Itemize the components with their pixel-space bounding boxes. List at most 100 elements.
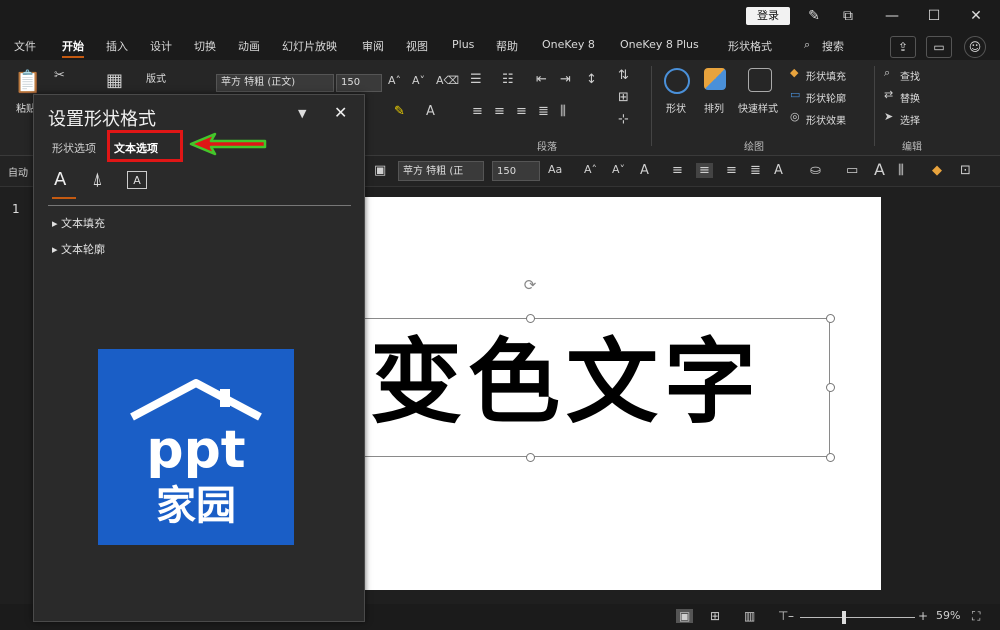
tab-transitions[interactable]: 切换 <box>194 38 216 54</box>
slide-sorter-icon[interactable]: ⊞ <box>710 609 720 623</box>
comment-button[interactable]: ▭ <box>926 36 952 58</box>
text-direction-icon[interactable]: ⇅ <box>618 68 629 83</box>
highlight-icon[interactable]: ✎ <box>394 104 405 119</box>
columns-icon[interactable]: ⫼ <box>898 163 904 178</box>
arrange-icon[interactable] <box>704 68 726 90</box>
shape-outline-label[interactable]: 形状轮廓 <box>806 90 846 105</box>
resize-handle[interactable] <box>526 453 535 462</box>
pen-icon[interactable]: ✎ <box>804 6 824 26</box>
tab-shape-format[interactable]: 形状格式 <box>728 38 772 54</box>
replace-icon[interactable]: ⇄ <box>884 88 893 101</box>
smartart-icon[interactable]: ⊹ <box>618 112 629 127</box>
shape-fill-icon[interactable]: ◆ <box>790 66 798 79</box>
share-icon[interactable]: ⧉ <box>838 6 858 26</box>
record-button[interactable]: ⇪ <box>890 36 916 58</box>
tab-animations[interactable]: 动画 <box>238 38 260 54</box>
normal-view-icon[interactable]: ▣ <box>676 609 694 623</box>
arrange-label[interactable]: 排列 <box>704 100 724 115</box>
paste-icon[interactable]: 📋 <box>14 70 41 95</box>
close-icon[interactable]: ✕ <box>966 6 986 26</box>
text-box-icon[interactable]: A <box>127 171 147 189</box>
text-fill-outline-icon[interactable]: A <box>54 169 66 190</box>
shape-effect-label[interactable]: 形状效果 <box>806 112 846 127</box>
fit-slide-icon[interactable]: ⛶ <box>972 609 980 624</box>
zoom-in-icon[interactable]: + <box>918 609 928 623</box>
layout-label[interactable]: 版式 <box>146 70 166 85</box>
shape-icon[interactable] <box>664 68 690 94</box>
mini-font-name-select[interactable]: 苹方 特粗 (正 <box>398 161 484 181</box>
login-button[interactable]: 登录 <box>746 7 790 25</box>
slideshow-icon[interactable]: ⊤ <box>778 609 788 623</box>
text-style-icon[interactable]: A <box>874 160 885 179</box>
columns-icon[interactable]: ⫼ <box>560 104 566 119</box>
tab-design[interactable]: 设计 <box>150 38 172 54</box>
tab-plus[interactable]: Plus <box>452 38 474 51</box>
tab-onekey8-plus[interactable]: OneKey 8 Plus <box>620 38 699 51</box>
shrink-font-icon[interactable]: A˅ <box>612 163 625 176</box>
resize-handle[interactable] <box>526 314 535 323</box>
new-slide-icon[interactable]: ▦ <box>106 70 123 91</box>
grow-font-icon[interactable]: A˄ <box>584 163 597 176</box>
section-text-fill[interactable]: ▸ 文本填充 <box>52 215 105 231</box>
replace-label[interactable]: 替换 <box>900 90 920 105</box>
reading-view-icon[interactable]: ▥ <box>744 609 755 623</box>
font-size-select[interactable]: 150 <box>336 74 382 92</box>
line-spacing-icon[interactable]: ↕ <box>586 72 597 87</box>
slide-text[interactable]: 变色文字 <box>370 323 762 443</box>
find-icon[interactable]: ⌕ <box>884 66 890 80</box>
tab-home[interactable]: 开始 <box>62 38 84 58</box>
align-center-icon[interactable]: ≡ <box>696 163 713 178</box>
search-icon[interactable]: ⌕ <box>804 38 810 52</box>
cut-icon[interactable]: ✂ <box>54 68 65 83</box>
align-right-icon[interactable]: ≡ <box>516 104 527 119</box>
resize-handle[interactable] <box>826 453 835 462</box>
section-text-outline[interactable]: ▸ 文本轮廓 <box>52 241 105 257</box>
shrink-font-icon[interactable]: A˅ <box>412 74 425 87</box>
align-center-icon[interactable]: ≡ <box>494 104 505 119</box>
bullets-icon[interactable]: ☰ <box>470 72 482 87</box>
zoom-slider-track[interactable] <box>800 617 915 618</box>
align-text-icon[interactable]: ⊞ <box>618 90 629 105</box>
quick-style-icon[interactable] <box>748 68 772 92</box>
pane-close-icon[interactable]: ✕ <box>334 103 347 122</box>
tab-view[interactable]: 视图 <box>406 38 428 54</box>
search-label[interactable]: 搜索 <box>822 38 844 54</box>
rotate-handle-icon[interactable]: ⟳ <box>521 276 539 294</box>
resize-handle[interactable] <box>826 383 835 392</box>
fill-bucket-icon[interactable]: ⛀ <box>810 163 821 178</box>
shape-fill-label[interactable]: 形状填充 <box>806 68 846 83</box>
text-box-icon[interactable]: ▣ <box>374 163 386 178</box>
align-right-icon[interactable]: ≡ <box>726 163 737 178</box>
tab-help[interactable]: 帮助 <box>496 38 518 54</box>
zoom-out-icon[interactable]: – <box>788 609 794 623</box>
align-left-icon[interactable]: ≡ <box>672 163 683 178</box>
indent-decrease-icon[interactable]: ⇤ <box>536 72 547 87</box>
text-effect-icon[interactable]: A <box>774 163 783 178</box>
select-icon[interactable]: ➤ <box>884 110 893 123</box>
justify-icon[interactable]: ≣ <box>750 163 761 178</box>
resize-handle[interactable] <box>826 314 835 323</box>
tab-review[interactable]: 审阅 <box>362 38 384 54</box>
shape-effect-icon[interactable]: ◎ <box>790 110 800 123</box>
maximize-icon[interactable]: ☐ <box>924 6 944 26</box>
indent-increase-icon[interactable]: ⇥ <box>560 72 571 87</box>
minimize-icon[interactable]: — <box>882 6 902 26</box>
mini-font-size-select[interactable]: 150 <box>492 161 540 181</box>
clear-format-icon[interactable]: A⌫ <box>436 74 459 87</box>
slide-thumbnail-number[interactable]: 1 <box>12 202 20 216</box>
justify-icon[interactable]: ≣ <box>538 104 549 119</box>
zoom-level[interactable]: 59% <box>936 609 960 622</box>
numbering-icon[interactable]: ☷ <box>502 72 514 87</box>
select-label[interactable]: 选择 <box>900 112 920 127</box>
font-color-icon[interactable]: A <box>426 104 435 119</box>
outline-icon[interactable]: ▭ <box>846 163 858 178</box>
shape-outline-icon[interactable]: ▭ <box>790 88 800 101</box>
font-color-icon[interactable]: A <box>640 163 649 178</box>
align-left-icon[interactable]: ≡ <box>472 104 483 119</box>
zoom-slider-knob[interactable] <box>842 611 846 624</box>
text-effects-icon[interactable]: ⍋ <box>92 169 103 190</box>
tab-insert[interactable]: 插入 <box>106 38 128 54</box>
tab-shape-options[interactable]: 形状选项 <box>52 140 96 156</box>
more-icon[interactable]: ⊡ <box>960 163 971 178</box>
grow-font-icon[interactable]: A˄ <box>388 74 401 87</box>
